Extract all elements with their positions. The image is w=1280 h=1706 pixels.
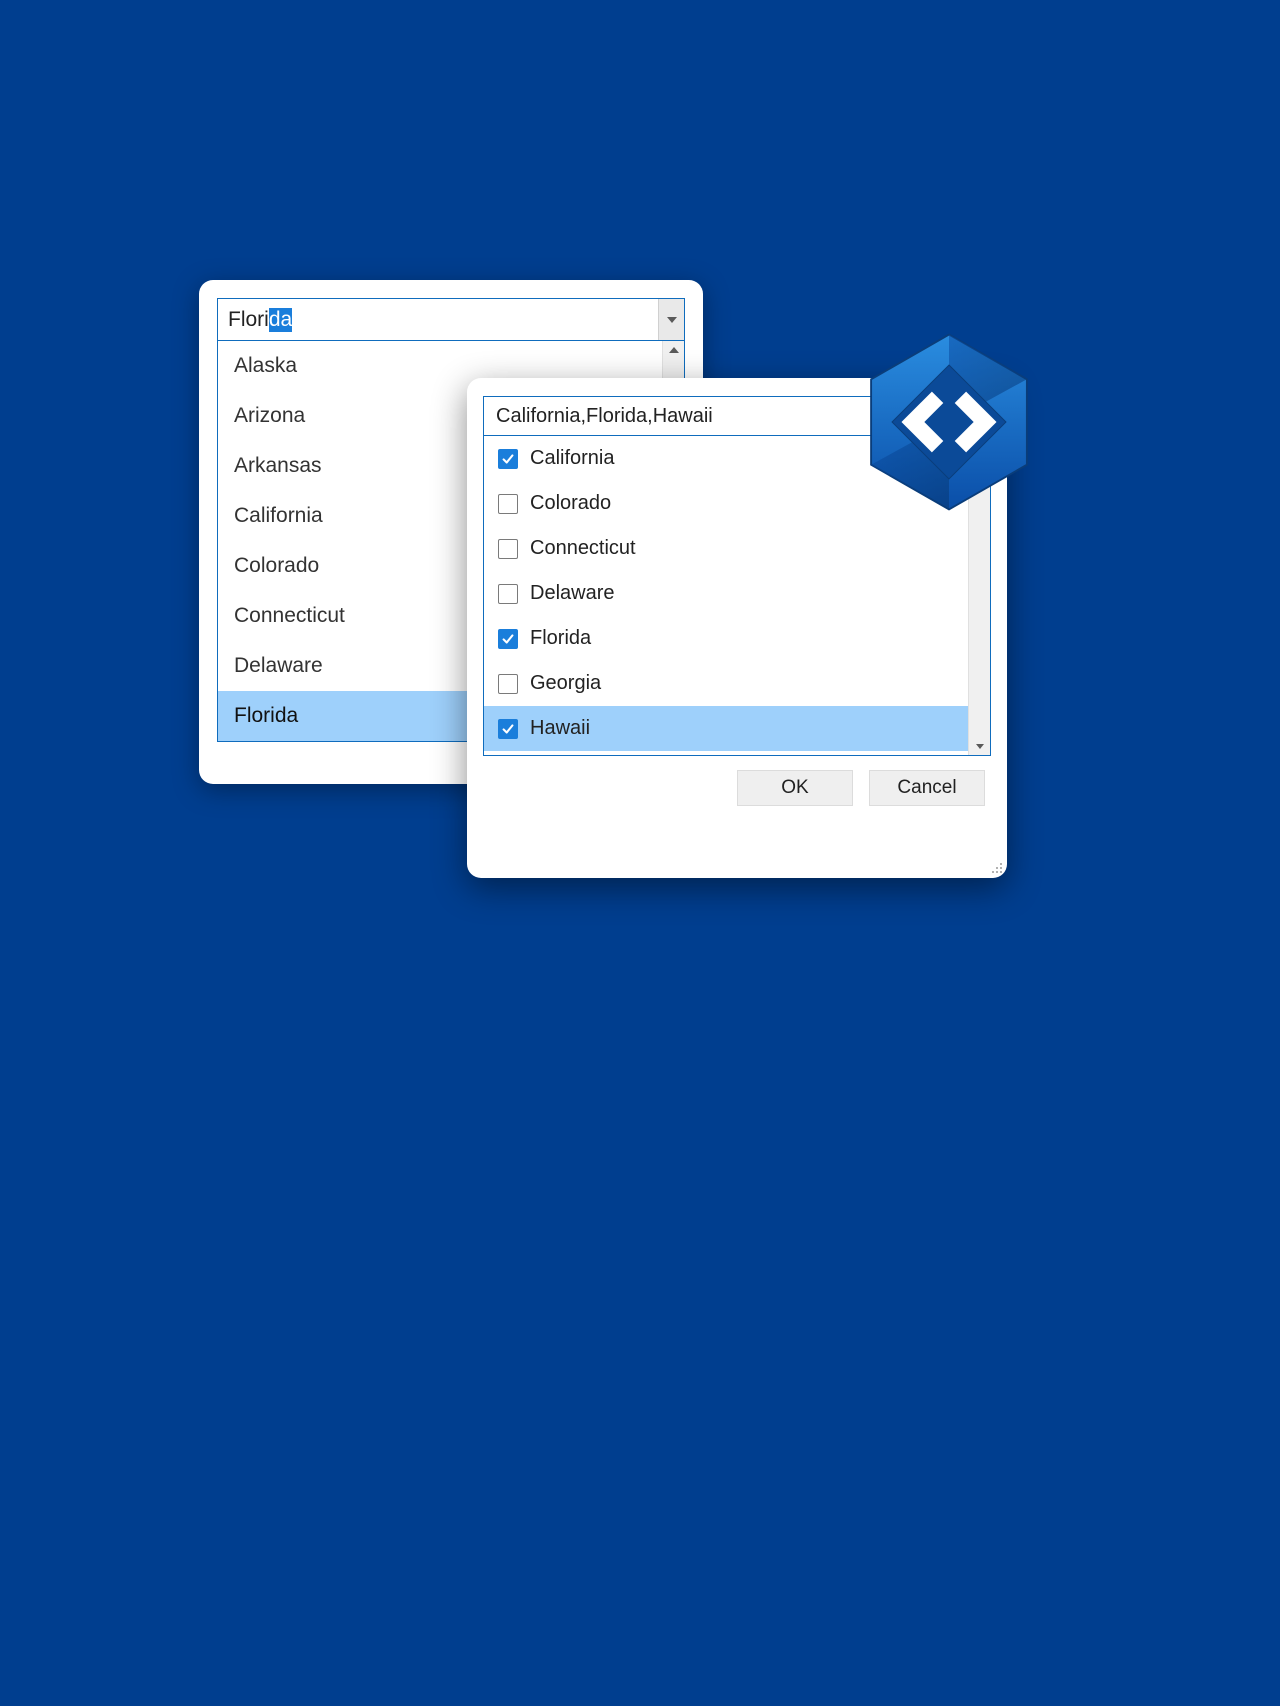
dialog-button-row: OK Cancel xyxy=(483,756,991,810)
checkbox[interactable] xyxy=(498,674,518,694)
autocomplete-typed-text: Flori xyxy=(228,308,269,332)
list-item-label: Colorado xyxy=(530,492,611,515)
autocomplete-suggested-text: da xyxy=(269,308,292,332)
brand-logo-icon xyxy=(854,327,1044,517)
checkbox[interactable] xyxy=(498,494,518,514)
list-item[interactable]: Georgia xyxy=(484,661,968,706)
multiselect-display-text: California,Florida,Hawaii xyxy=(496,405,713,428)
list-item[interactable]: Hawaii xyxy=(484,706,968,751)
list-item-label: Florida xyxy=(530,627,591,650)
cancel-button[interactable]: Cancel xyxy=(869,770,985,806)
checkbox[interactable] xyxy=(498,584,518,604)
cancel-button-label: Cancel xyxy=(897,777,956,799)
chevron-down-icon xyxy=(667,317,677,323)
checkbox[interactable] xyxy=(498,539,518,559)
list-item-label: Delaware xyxy=(530,582,614,605)
list-item-label: Connecticut xyxy=(530,537,636,560)
checkbox[interactable] xyxy=(498,449,518,469)
list-item-label: California xyxy=(234,504,323,527)
list-item-label: Connecticut xyxy=(234,604,345,627)
dropdown-toggle-button[interactable] xyxy=(658,299,684,340)
ok-button-label: OK xyxy=(781,777,808,799)
autocomplete-combobox[interactable]: Florida xyxy=(217,298,685,341)
list-item[interactable]: Delaware xyxy=(484,571,968,616)
list-item-label: Arizona xyxy=(234,404,305,427)
list-item[interactable]: Florida xyxy=(484,616,968,661)
list-item-label: Florida xyxy=(234,704,298,727)
resize-grip-icon[interactable] xyxy=(989,860,1003,874)
autocomplete-input[interactable]: Florida xyxy=(218,299,658,340)
list-item-label: Colorado xyxy=(234,554,319,577)
list-item-label: Hawaii xyxy=(530,717,590,740)
list-item-label: Arkansas xyxy=(234,454,322,477)
list-item-label: Delaware xyxy=(234,654,323,677)
list-item-label: Alaska xyxy=(234,354,297,377)
list-item[interactable]: Connecticut xyxy=(484,526,968,571)
chevron-down-icon xyxy=(976,744,984,749)
scroll-up-icon xyxy=(669,347,679,353)
ok-button[interactable]: OK xyxy=(737,770,853,806)
checkbox[interactable] xyxy=(498,719,518,739)
list-item-label: Georgia xyxy=(530,672,601,695)
checkbox[interactable] xyxy=(498,629,518,649)
list-item-label: California xyxy=(530,447,614,470)
